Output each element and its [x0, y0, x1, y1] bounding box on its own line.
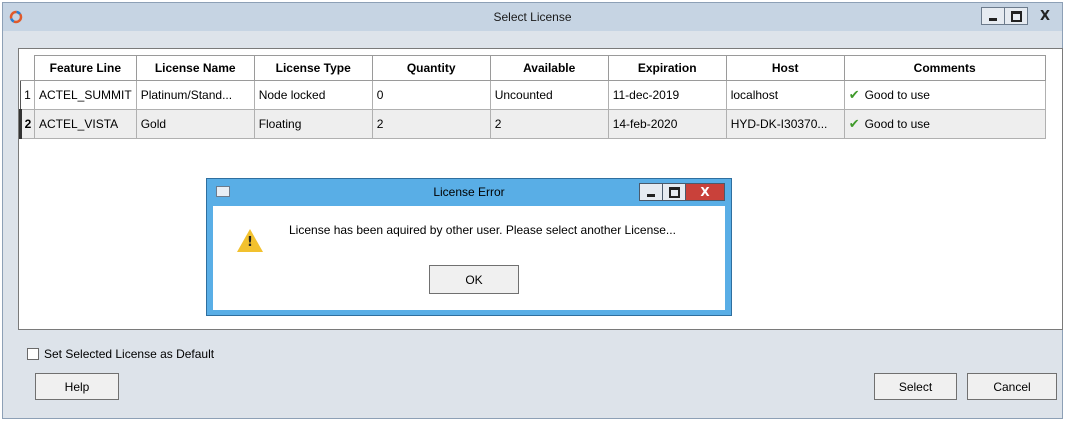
dialog-window-controls: X [639, 183, 725, 201]
window-controls [981, 7, 1028, 25]
license-name-cell[interactable]: Platinum/Stand... [135, 80, 255, 110]
column-header-quantity[interactable]: Quantity [371, 55, 491, 81]
maximize-icon [668, 186, 680, 198]
host-cell[interactable]: HYD-DK-I30370... [725, 109, 845, 139]
comment-text: Good to use [864, 87, 930, 102]
set-default-checkbox[interactable] [27, 348, 39, 360]
window-title: Select License [493, 10, 572, 24]
quantity-cell[interactable]: 0 [371, 80, 491, 110]
column-header-expiration[interactable]: Expiration [607, 55, 727, 81]
license-name-cell[interactable]: Gold [135, 109, 255, 139]
dialog-minimize-button[interactable] [640, 184, 663, 200]
maximize-button[interactable] [1005, 8, 1027, 24]
comment-text: Good to use [864, 116, 930, 131]
feature-line-cell[interactable]: ACTEL_SUMMIT [34, 80, 137, 110]
help-button[interactable]: Help [35, 373, 119, 400]
maximize-icon [1010, 10, 1022, 22]
minimize-icon [647, 193, 655, 197]
ok-button[interactable]: OK [429, 265, 519, 294]
table-header-row: Feature Line License Name License Type Q… [20, 55, 1046, 81]
quantity-cell[interactable]: 2 [371, 109, 491, 139]
table-row[interactable]: 2 ACTEL_VISTA Gold Floating 2 2 14-feb-2… [19, 109, 1046, 139]
green-checkmark-icon: ✔ [848, 87, 860, 103]
dialog-body: ! License has been aquired by other user… [213, 206, 725, 310]
column-header-host[interactable]: Host [725, 55, 845, 81]
column-header-available[interactable]: Available [489, 55, 609, 81]
table-corner [20, 55, 35, 81]
cancel-button[interactable]: Cancel [967, 373, 1057, 400]
warning-exclamation: ! [247, 235, 253, 250]
close-button[interactable]: X [1033, 8, 1057, 24]
comments-cell[interactable]: ✔ Good to use [843, 109, 1046, 139]
column-header-feature-line[interactable]: Feature Line [34, 55, 137, 81]
column-header-license-type[interactable]: License Type [253, 55, 373, 81]
table-row[interactable]: 1 ACTEL_SUMMIT Platinum/Stand... Node lo… [20, 80, 1046, 110]
title-bar: Select License X [3, 3, 1062, 31]
expiration-cell[interactable]: 14-feb-2020 [607, 109, 727, 139]
select-license-window: Select License X Feature Line License Na… [2, 2, 1063, 419]
green-checkmark-icon: ✔ [848, 116, 860, 132]
available-cell[interactable]: Uncounted [489, 80, 609, 110]
column-header-comments[interactable]: Comments [843, 55, 1046, 81]
available-cell[interactable]: 2 [489, 109, 609, 139]
host-cell[interactable]: localhost [725, 80, 845, 110]
dialog-close-button[interactable]: X [686, 184, 724, 200]
license-error-dialog: License Error X ! License has been aquir… [206, 178, 732, 316]
dialog-message: License has been aquired by other user. … [289, 223, 676, 237]
license-type-cell[interactable]: Node locked [253, 80, 373, 110]
expiration-cell[interactable]: 11-dec-2019 [607, 80, 727, 110]
column-header-license-name[interactable]: License Name [135, 55, 255, 81]
row-number: 2 [19, 109, 35, 139]
dialog-maximize-button[interactable] [663, 184, 686, 200]
comments-cell[interactable]: ✔ Good to use [843, 80, 1046, 110]
feature-line-cell[interactable]: ACTEL_VISTA [34, 109, 137, 139]
row-number: 1 [20, 80, 35, 110]
minimize-button[interactable] [982, 8, 1005, 24]
select-button[interactable]: Select [874, 373, 957, 400]
minimize-icon [989, 17, 997, 21]
set-default-checkbox-label[interactable]: Set Selected License as Default [44, 347, 214, 361]
license-table: Feature Line License Name License Type Q… [19, 55, 1046, 139]
license-type-cell[interactable]: Floating [253, 109, 373, 139]
